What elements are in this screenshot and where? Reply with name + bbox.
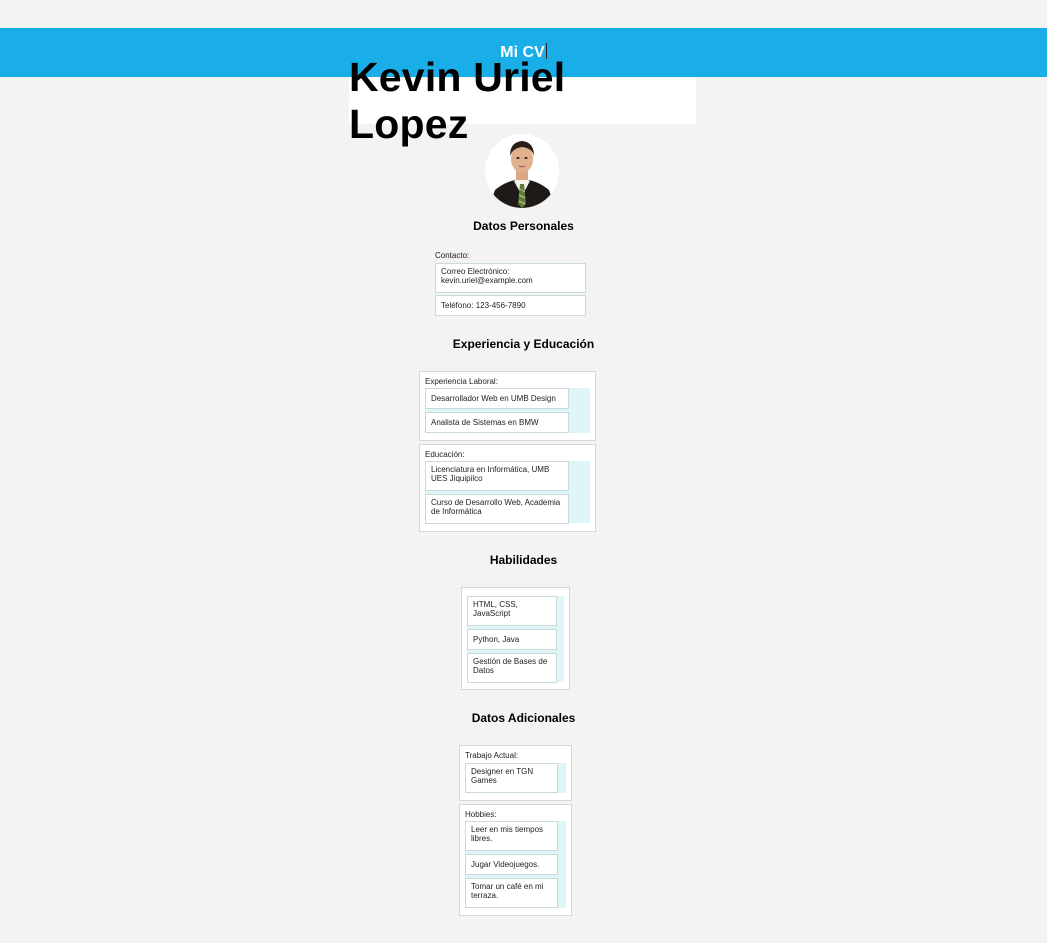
cv-page: Mi CV Kevin Uriel Lopez Datos Personales… <box>0 0 1047 943</box>
list-item: Desarrollador Web en UMB Design <box>425 388 569 409</box>
list-item: Analista de Sistemas en BMW <box>425 412 569 433</box>
skills-group: HTML, CSS, JavaScript Python, Java Gesti… <box>461 587 570 690</box>
work-label: Experiencia Laboral: <box>425 377 498 386</box>
section-title-experience: Experiencia y Educación <box>452 337 595 351</box>
list-item: Gestión de Bases de Datos <box>467 653 557 683</box>
contact-label: Contacto: <box>435 251 470 260</box>
list-item: HTML, CSS, JavaScript <box>467 596 557 626</box>
list-item: Python, Java <box>467 629 557 650</box>
avatar-photo-icon <box>485 134 559 208</box>
avatar <box>485 134 559 208</box>
section-title-additional: Datos Adicionales <box>471 711 576 725</box>
phone-item: Teléfono: 123-456-7890 <box>435 295 586 316</box>
work-group: Experiencia Laboral: Desarrollador Web e… <box>419 371 596 441</box>
list-item: Designer en TGN Games <box>465 763 558 793</box>
section-title-skills: Habilidades <box>489 553 558 567</box>
list-item: Jugar Videojuegos. <box>465 854 558 875</box>
list-item: Leer en mis tiempos libres. <box>465 821 558 851</box>
name-box: Kevin Uriel Lopez <box>349 54 696 147</box>
job-group: Trabajo Actual: Designer en TGN Games <box>459 745 572 801</box>
education-group: Educación: Licenciatura en Informática, … <box>419 444 596 532</box>
email-item: Correo Electrónico: kevin.uriel@example.… <box>435 263 586 293</box>
section-title-personal: Datos Personales <box>473 219 574 233</box>
education-label: Educación: <box>425 450 465 459</box>
list-item: Licenciatura en Informática, UMB UES Jiq… <box>425 461 569 491</box>
job-label: Trabajo Actual: <box>465 751 519 760</box>
list-item: Curso de Desarrollo Web, Academia de Inf… <box>425 494 569 524</box>
list-item: Tomar un café en mi terraza. <box>465 878 558 908</box>
hobbies-label: Hobbies: <box>465 810 497 819</box>
hobbies-group: Hobbies: Leer en mis tiempos libres. Jug… <box>459 804 572 916</box>
